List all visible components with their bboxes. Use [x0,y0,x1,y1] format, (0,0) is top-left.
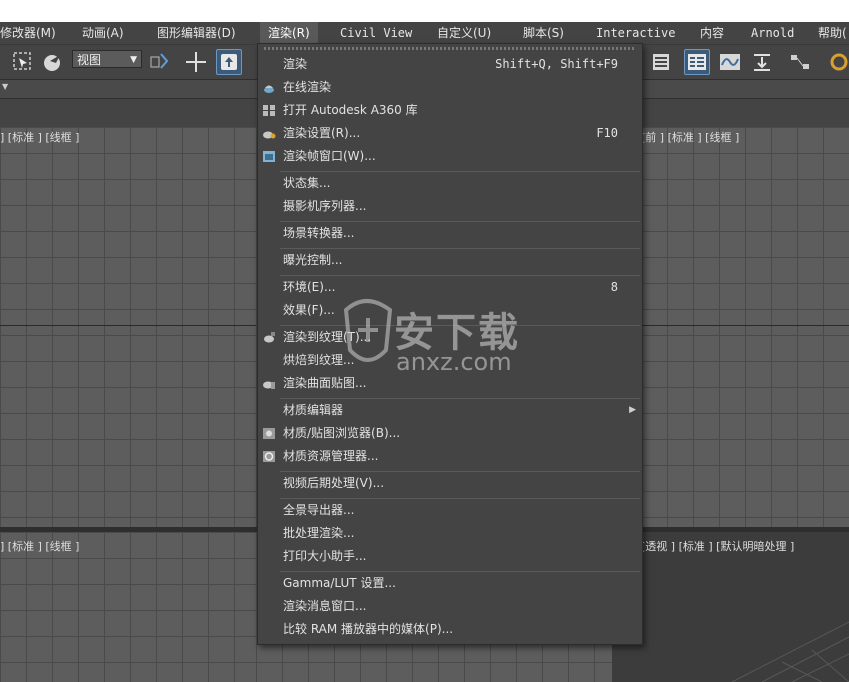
perspective-grid [731,621,849,682]
menu-arnold[interactable]: Arnold [751,22,794,44]
viewport-label[interactable]: [前 ] [标准 ] [线框 ] [641,129,739,145]
viewport-label[interactable]: ] [标准 ] [线框 ] [0,129,79,145]
submenu-arrow-icon: ▶ [629,405,636,415]
menu-item-video-post[interactable]: 视频后期处理(V)... [258,472,642,495]
grid-axis-line [0,325,256,326]
menu-item-state-sets[interactable]: 状态集... [258,172,642,195]
menu-item-a360-gallery[interactable]: 打开 Autodesk A360 库 [258,99,642,122]
menu-item-print-size-assistant[interactable]: 打印大小助手... [258,545,642,568]
layer-explorer-icon[interactable] [648,49,674,75]
menu-item-material-map-browser[interactable]: 材质/贴图浏览器(B)... [258,422,642,445]
menu-item-material-editor[interactable]: 材质编辑器 ▶ [258,399,642,422]
menu-rendering[interactable]: 渲染(R) [260,22,318,44]
menu-scripting[interactable]: 脚本(S) [523,22,564,44]
viewport-top-left[interactable]: ] [标准 ] [线框 ] [0,127,256,527]
viewport-label[interactable]: ] [标准 ] [线框 ] [0,538,79,554]
move-tool-icon[interactable] [183,49,209,75]
gallery-grid-icon [263,105,275,116]
menu-item-render-message-window[interactable]: 渲染消息窗口... [258,595,642,618]
curve-editor-icon[interactable] [717,49,743,75]
reference-coordinate-select[interactable]: 视图 ▼ [72,50,142,68]
menu-item-exposure-control[interactable]: 曝光控制... [258,249,642,272]
menu-item-batch-render[interactable]: 批处理渲染... [258,522,642,545]
menu-interactive[interactable]: Interactive [596,22,675,44]
menu-item-render[interactable]: 渲染 Shift+Q, Shift+F9 [258,53,642,76]
viewport-bottom-left[interactable]: ] [标准 ] [线框 ] [0,532,256,682]
snap-toggle-icon[interactable] [146,49,172,75]
select-region-icon[interactable] [10,49,36,75]
reference-coordinate-value: 视图 [77,53,102,67]
frame-window-icon [263,151,275,162]
menu-item-rendered-frame-window[interactable]: 渲染帧窗口(W)... [258,145,642,168]
tear-off-handle[interactable] [264,47,636,50]
menu-help[interactable]: 帮助( [818,22,847,44]
menu-item-gamma-lut-setup[interactable]: Gamma/LUT 设置... [258,572,642,595]
menu-graph-editors[interactable]: 图形编辑器(D) [157,22,236,44]
menu-civil-view[interactable]: Civil View [340,22,412,44]
menu-item-online-render[interactable]: 在线渲染 [258,76,642,99]
menu-item-scene-converter[interactable]: 场景转换器... [258,222,642,245]
scene-explorer-icon[interactable] [684,49,710,75]
schematic-view-icon[interactable] [787,49,813,75]
watermark-logo: 安下载 anxz.com [338,290,538,380]
viewport-perspective[interactable]: [透视 ] [标准 ] [默认明暗处理 ] [612,532,849,682]
render-setup-teapot-icon [263,131,276,139]
main-menubar: 修改器(M) 动画(A) 图形编辑器(D) 渲染(R) Civil View 自… [0,22,849,45]
menu-modifiers[interactable]: 修改器(M) [0,22,56,44]
chevron-down-icon: ▼ [130,55,137,65]
select-object-icon[interactable] [40,49,66,75]
menu-customize[interactable]: 自定义(U) [437,22,491,44]
window-top-strip [0,0,849,22]
viewport-front[interactable]: [前 ] [标准 ] [线框 ] [641,127,849,527]
menu-content[interactable]: 内容 [700,22,724,44]
grid-axis-line [641,325,849,326]
select-and-link-icon[interactable] [216,49,242,75]
teapot-cloud-icon [264,85,274,93]
render-texture-icon [264,332,275,343]
menu-item-material-explorer[interactable]: 材质资源管理器... [258,445,642,468]
chevron-down-icon[interactable]: ▼ [2,82,8,91]
menu-item-panorama-exporter[interactable]: 全景导出器... [258,499,642,522]
dope-sheet-icon[interactable] [749,49,775,75]
material-explorer-icon [263,451,275,462]
menu-animation[interactable]: 动画(A) [82,22,124,44]
material-browser-icon [263,428,275,439]
render-setup-icon[interactable] [826,49,849,75]
watermark-text-en: anxz.com [396,348,512,376]
menu-item-render-setup[interactable]: 渲染设置(R)... F10 [258,122,642,145]
menu-item-compare-media-ram-player[interactable]: 比较 RAM 播放器中的媒体(P)... [258,618,642,641]
surface-map-icon [263,381,275,389]
menu-item-camera-sequencer[interactable]: 摄影机序列器... [258,195,642,218]
